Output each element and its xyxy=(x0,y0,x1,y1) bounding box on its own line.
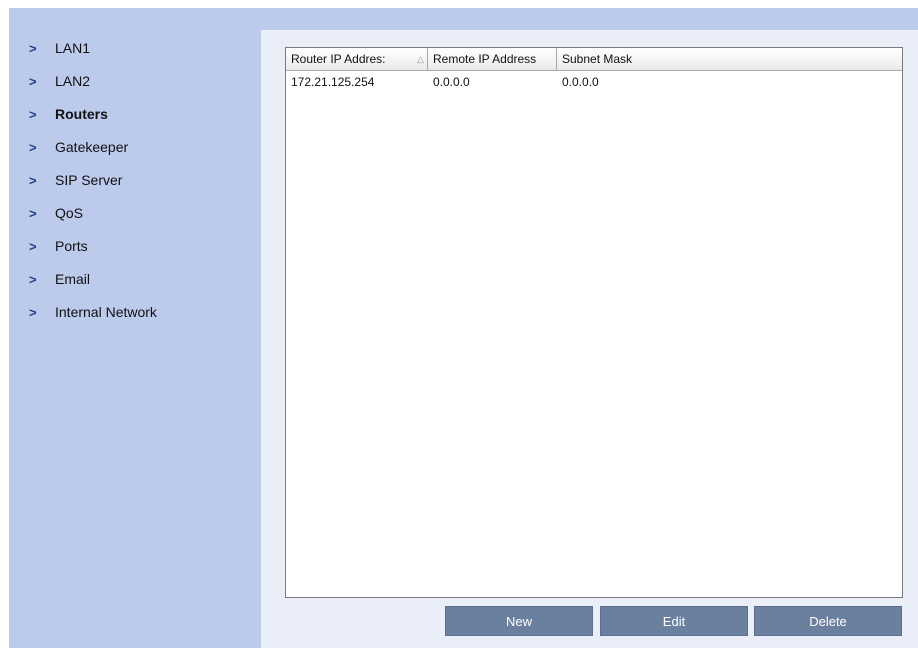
sidebar-item-routers[interactable]: > Routers xyxy=(29,103,108,125)
edit-button[interactable]: Edit xyxy=(600,606,748,636)
chevron-right-icon: > xyxy=(29,40,37,56)
sort-ascending-icon: △ xyxy=(417,54,424,64)
cell-router-ip: 172.21.125.254 xyxy=(291,75,375,89)
delete-button[interactable]: Delete xyxy=(754,606,902,636)
sidebar: > LAN1 > LAN2 > Routers > Gatekeeper > S… xyxy=(9,8,261,648)
sidebar-item-label: QoS xyxy=(55,205,84,221)
routers-table: Router IP Addres: △ Remote IP Address Su… xyxy=(285,47,903,598)
sidebar-item-internal-network[interactable]: > Internal Network xyxy=(29,301,157,323)
chevron-right-icon: > xyxy=(29,73,37,89)
column-header-label: Router IP Addres: xyxy=(291,52,386,66)
table-header: Router IP Addres: △ Remote IP Address Su… xyxy=(286,48,902,71)
content-panel: Router IP Addres: △ Remote IP Address Su… xyxy=(261,30,918,648)
column-header-subnet-mask[interactable]: Subnet Mask xyxy=(557,48,902,70)
chevron-right-icon: > xyxy=(29,304,37,320)
sidebar-item-label: Ports xyxy=(55,238,88,254)
sidebar-item-email[interactable]: > Email xyxy=(29,268,90,290)
chevron-right-icon: > xyxy=(29,139,37,155)
sidebar-item-qos[interactable]: > QoS xyxy=(29,202,83,224)
sidebar-item-gatekeeper[interactable]: > Gatekeeper xyxy=(29,136,128,158)
app-frame: > LAN1 > LAN2 > Routers > Gatekeeper > S… xyxy=(9,8,918,648)
sidebar-item-label: Email xyxy=(55,271,91,287)
column-header-router-ip[interactable]: Router IP Addres: △ xyxy=(286,48,428,70)
sidebar-item-label: Internal Network xyxy=(55,304,157,320)
new-button[interactable]: New xyxy=(445,606,593,636)
sidebar-item-label: SIP Server xyxy=(55,172,123,188)
table-row[interactable]: 172.21.125.254 0.0.0.0 0.0.0.0 xyxy=(286,71,902,93)
sidebar-item-lan2[interactable]: > LAN2 xyxy=(29,70,90,92)
chevron-right-icon: > xyxy=(29,205,37,221)
sidebar-item-label: LAN2 xyxy=(55,73,91,89)
column-header-remote-ip[interactable]: Remote IP Address xyxy=(428,48,557,70)
sidebar-item-sip-server[interactable]: > SIP Server xyxy=(29,169,122,191)
sidebar-item-label: Routers xyxy=(55,106,108,122)
chevron-right-icon: > xyxy=(29,172,37,188)
chevron-right-icon: > xyxy=(29,271,37,287)
sidebar-item-label: LAN1 xyxy=(55,40,91,56)
chevron-right-icon: > xyxy=(29,238,37,254)
sidebar-item-lan1[interactable]: > LAN1 xyxy=(29,37,90,59)
sidebar-item-ports[interactable]: > Ports xyxy=(29,235,88,257)
sidebar-item-label: Gatekeeper xyxy=(55,139,129,155)
column-header-label: Remote IP Address xyxy=(433,52,537,66)
cell-subnet-mask: 0.0.0.0 xyxy=(562,75,599,89)
cell-remote-ip: 0.0.0.0 xyxy=(433,75,470,89)
column-header-label: Subnet Mask xyxy=(562,52,633,66)
chevron-right-icon: > xyxy=(29,106,37,122)
